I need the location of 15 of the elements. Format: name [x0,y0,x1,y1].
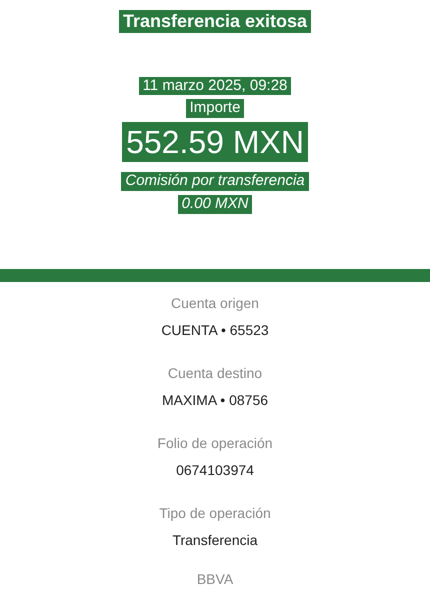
detail-label: Cuenta origen [171,294,259,313]
detail-label: Tipo de operación [159,504,271,523]
detail-value: 0674103974 [176,460,254,480]
detail-value: Transferencia [172,530,258,550]
fee-label: Comisión por transferencia [121,172,309,191]
fee-amount: 0.00 MXN [178,194,252,214]
detail-value: MAXIMA • 08756 [162,390,268,410]
detail-label: Cuenta destino [168,364,262,382]
title: Transferencia exitosa [118,10,312,32]
amount: 552.59 MXN [122,122,308,162]
date-time: 11 marzo 2025, 09:28 [138,76,292,96]
bank-name: BBVA [196,570,234,588]
amount-label: Importe [186,99,244,118]
detail-label: Folio de operación [157,434,273,453]
detail-value: CUENTA • 65523 [161,320,269,340]
